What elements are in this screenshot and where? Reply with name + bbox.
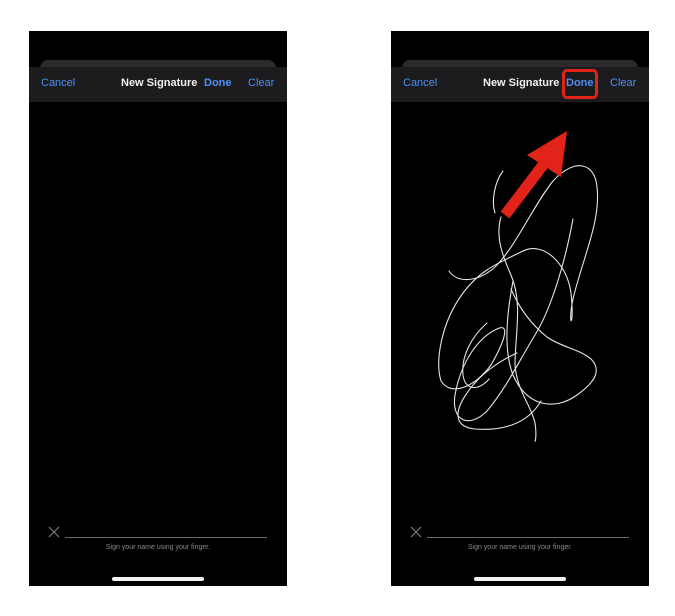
signature-canvas[interactable] [29,102,287,522]
x-mark-icon [410,526,422,538]
signature-hint: Sign your name using your finger. [105,544,211,551]
signature-baseline [427,537,629,538]
home-indicator[interactable] [112,577,204,581]
comparison-stage: Cancel New Signature Done Clear Sign you… [0,0,675,616]
signature-drawing[interactable] [391,31,649,586]
phone-screen-signed: Cancel New Signature Done Clear Sign you… [391,31,649,586]
clear-button[interactable]: Clear [248,77,274,89]
page-title: New Signature [121,77,198,89]
navigation-bar: Cancel New Signature Done Clear [29,67,287,102]
x-mark-icon [48,526,60,538]
signature-baseline [65,537,267,538]
done-button-highlight [562,69,598,99]
cancel-button[interactable]: Cancel [41,77,75,89]
phone-screen-empty: Cancel New Signature Done Clear Sign you… [29,31,287,586]
home-indicator[interactable] [474,577,566,581]
red-arrow-icon [500,131,567,219]
done-button[interactable]: Done [204,77,232,89]
signature-hint: Sign your name using your finger. [467,544,573,551]
